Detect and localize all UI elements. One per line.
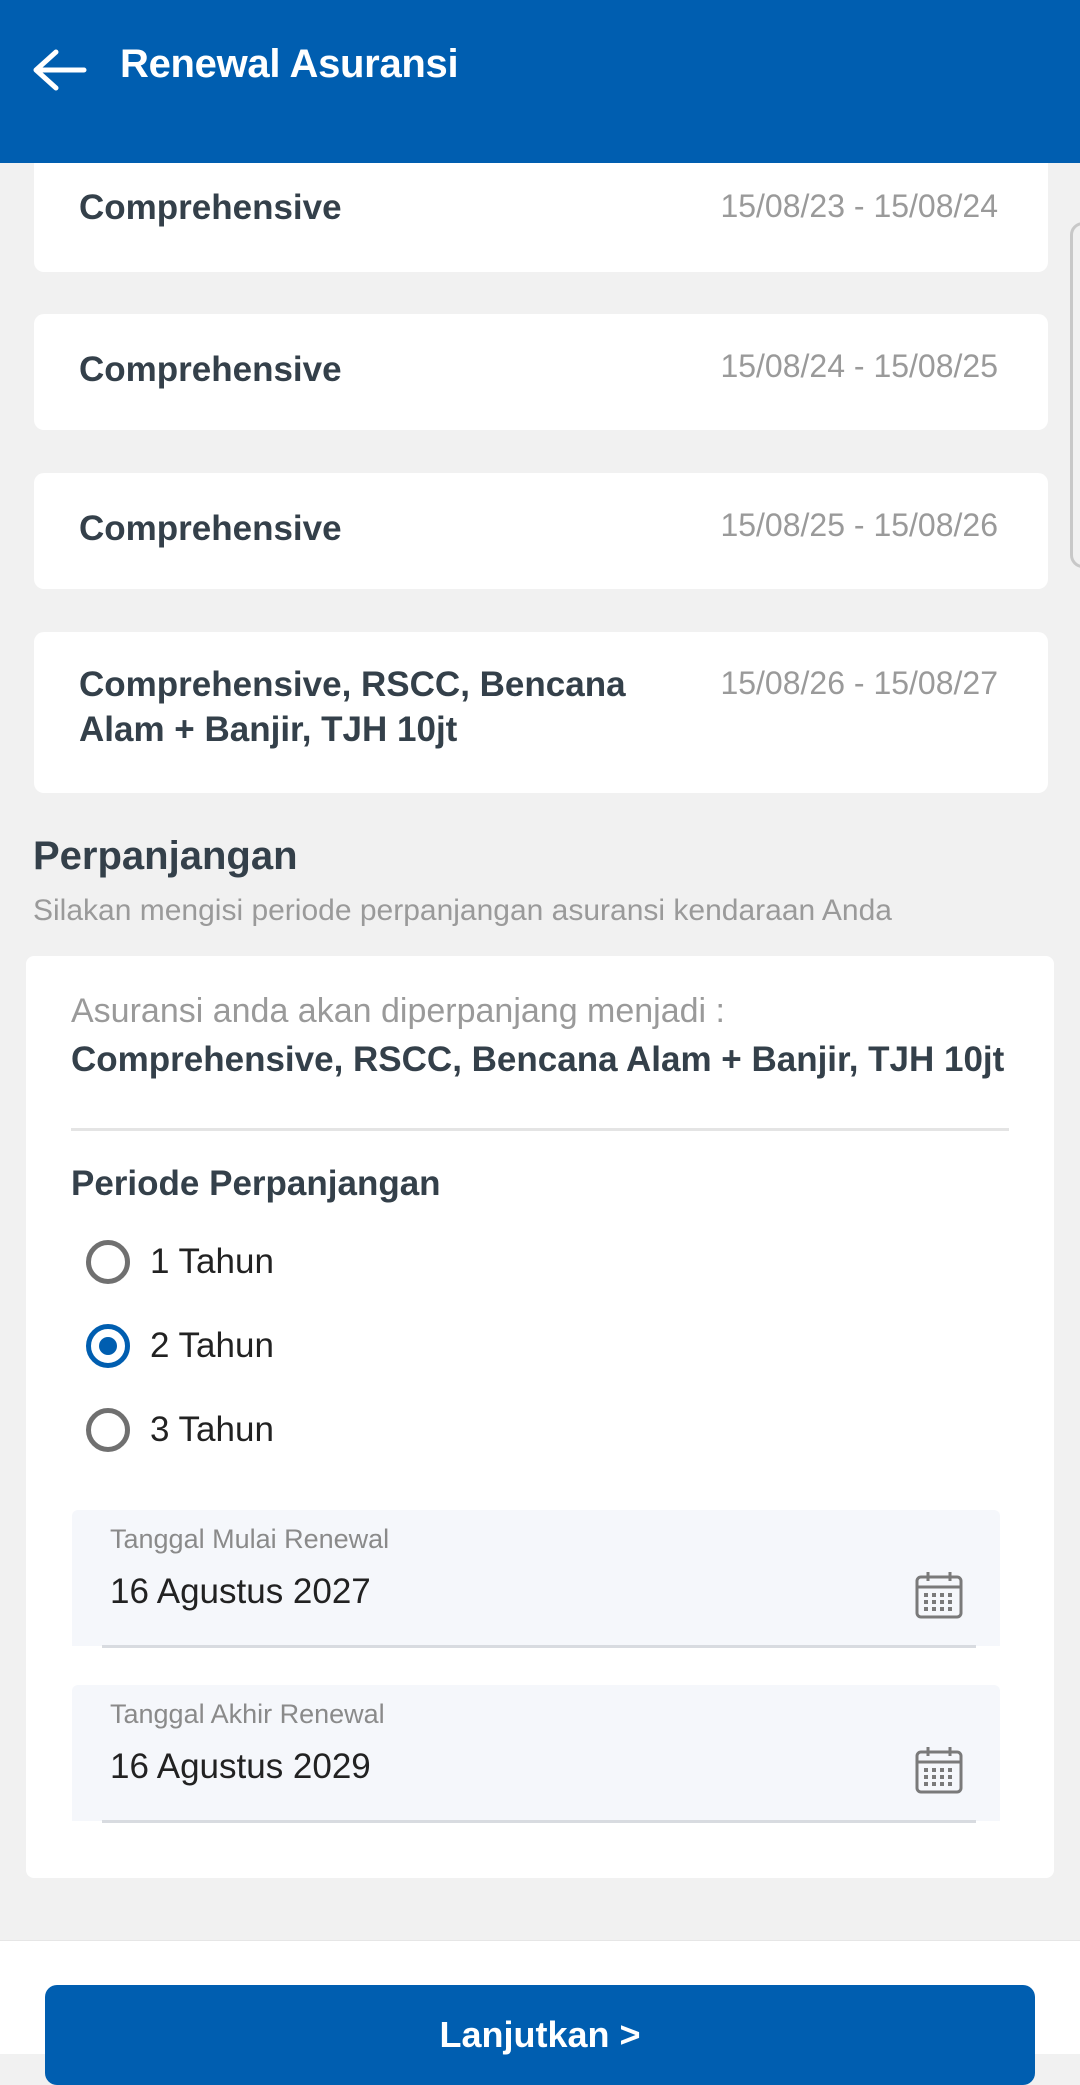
history-period: 15/08/25 - 15/08/26 <box>720 507 998 543</box>
radio-option-2-tahun[interactable]: 2 Tahun <box>86 1316 274 1376</box>
calendar-icon[interactable] <box>914 1570 964 1620</box>
field-underline <box>102 1820 976 1823</box>
renew-coverage: Comprehensive, RSCC, Bencana Alam + Banj… <box>71 1040 1005 1079</box>
calendar-icon[interactable] <box>914 1745 964 1795</box>
history-card: Comprehensive 15/08/23 - 15/08/24 <box>34 163 1048 272</box>
history-period: 15/08/26 - 15/08/27 <box>720 665 998 701</box>
history-coverage: Comprehensive, RSCC, Bencana Alam + Banj… <box>79 665 626 749</box>
history-coverage: Comprehensive <box>79 350 342 389</box>
back-button[interactable] <box>30 40 90 100</box>
bottom-bar: Lanjutkan > <box>0 1940 1080 2085</box>
radio-option-1-tahun[interactable]: 1 Tahun <box>86 1232 274 1292</box>
radio-button[interactable] <box>86 1408 130 1452</box>
end-date-value: 16 Agustus 2029 <box>110 1747 371 1786</box>
section-title: Perpanjangan <box>33 834 298 878</box>
history-card: Comprehensive 15/08/24 - 15/08/25 <box>34 314 1048 430</box>
page-title: Renewal Asuransi <box>120 42 459 86</box>
field-underline <box>102 1645 976 1648</box>
radio-button-selected[interactable] <box>86 1324 130 1368</box>
history-card: Comprehensive, RSCC, Bencana Alam + Banj… <box>34 632 1048 793</box>
radio-option-3-tahun[interactable]: 3 Tahun <box>86 1400 274 1460</box>
start-date-field[interactable]: Tanggal Mulai Renewal 16 Agustus 2027 <box>72 1510 1000 1648</box>
history-period: 15/08/24 - 15/08/25 <box>720 348 998 384</box>
period-label: Periode Perpanjangan <box>71 1164 441 1203</box>
app-bar: Renewal Asuransi <box>0 0 1080 163</box>
history-coverage: Comprehensive <box>79 509 342 548</box>
radio-label: 1 Tahun <box>150 1242 274 1281</box>
arrow-left-icon <box>33 49 87 91</box>
start-date-value: 16 Agustus 2027 <box>110 1572 371 1611</box>
radio-label: 2 Tahun <box>150 1326 274 1365</box>
history-coverage: Comprehensive <box>79 188 342 227</box>
continue-button[interactable]: Lanjutkan > <box>45 1985 1035 2085</box>
history-period: 15/08/23 - 15/08/24 <box>720 188 998 224</box>
end-date-label: Tanggal Akhir Renewal <box>110 1699 385 1729</box>
start-date-label: Tanggal Mulai Renewal <box>110 1524 390 1554</box>
radio-button[interactable] <box>86 1240 130 1284</box>
renewal-form: Asuransi anda akan diperpanjang menjadi … <box>26 956 1054 1878</box>
scrollbar[interactable] <box>1070 222 1080 568</box>
divider <box>71 1128 1009 1131</box>
renew-label: Asuransi anda akan diperpanjang menjadi … <box>71 992 726 1030</box>
end-date-field[interactable]: Tanggal Akhir Renewal 16 Agustus 2029 <box>72 1685 1000 1823</box>
history-card: Comprehensive 15/08/25 - 15/08/26 <box>34 473 1048 589</box>
radio-label: 3 Tahun <box>150 1410 274 1449</box>
section-subtitle: Silakan mengisi periode perpanjangan asu… <box>33 894 892 927</box>
